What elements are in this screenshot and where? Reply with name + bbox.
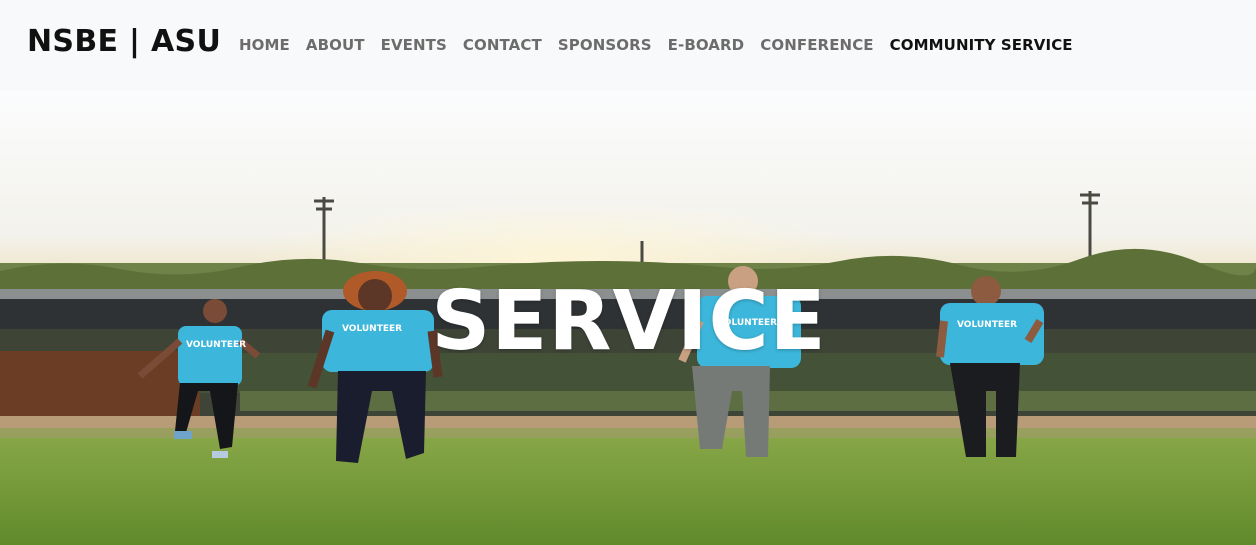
nav-eboard[interactable]: E-BOARD bbox=[668, 36, 745, 54]
nav-conference[interactable]: CONFERENCE bbox=[760, 36, 873, 54]
nav-about[interactable]: ABOUT bbox=[306, 36, 365, 54]
brand-logo[interactable]: NSBE | ASU bbox=[27, 24, 221, 59]
nav-home[interactable]: HOME bbox=[239, 36, 290, 54]
nav-contact[interactable]: CONTACT bbox=[463, 36, 542, 54]
nav-community-service[interactable]: COMMUNITY SERVICE bbox=[890, 36, 1073, 54]
hero-banner: VOLUNTEER VOLUNTEER VOLUNTEER VOLUNTEER … bbox=[0, 91, 1256, 545]
nav-events[interactable]: EVENTS bbox=[381, 36, 447, 54]
nav-sponsors[interactable]: SPONSORS bbox=[558, 36, 652, 54]
hero-title: SERVICE bbox=[431, 274, 827, 369]
top-navbar: NSBE | ASU HOME ABOUT EVENTS CONTACT SPO… bbox=[0, 0, 1256, 91]
nav-menu: HOME ABOUT EVENTS CONTACT SPONSORS E-BOA… bbox=[239, 35, 1089, 54]
